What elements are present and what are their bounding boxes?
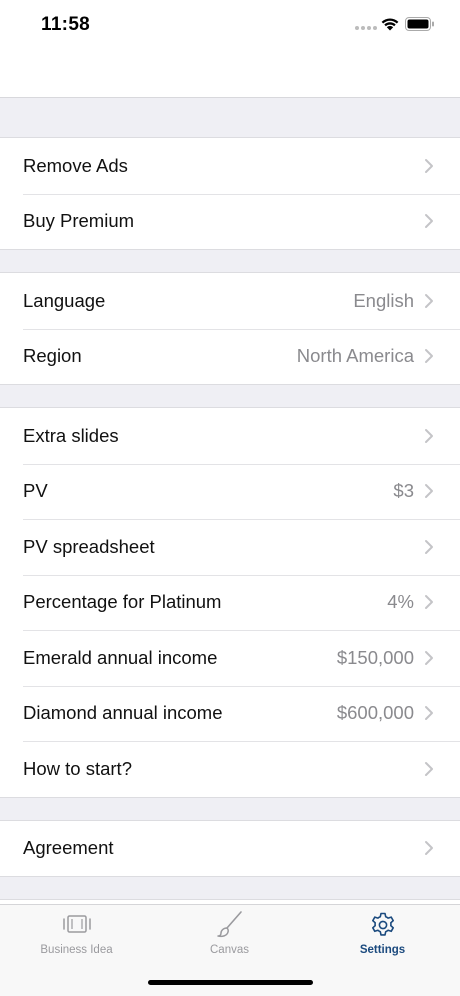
chevron-right-icon: [425, 539, 433, 554]
chevron-right-icon: [425, 214, 433, 229]
chevron-right-icon: [425, 706, 433, 721]
language-row[interactable]: Language English: [0, 273, 460, 329]
tab-business-idea[interactable]: Business Idea: [0, 905, 153, 965]
row-value: $150,000: [336, 646, 414, 668]
row-value: $3: [393, 480, 414, 502]
row-label: Buy Premium: [23, 210, 135, 232]
row-label: How to start?: [23, 757, 132, 779]
row-value: English: [353, 289, 414, 311]
buy-premium-row[interactable]: Buy Premium: [0, 193, 460, 250]
chevron-right-icon: [425, 761, 433, 776]
percentage-platinum-row[interactable]: Percentage for Platinum 4%: [0, 574, 460, 631]
pv-row[interactable]: PV $3: [0, 463, 460, 520]
tab-label: Canvas: [210, 944, 249, 956]
chevron-right-icon: [425, 650, 433, 665]
chevron-right-icon: [425, 428, 433, 443]
remove-ads-row[interactable]: Remove Ads: [0, 138, 460, 194]
settings-group-purchases: Remove Ads Buy Premium: [0, 137, 460, 250]
home-indicator[interactable]: [148, 980, 313, 985]
tab-label: Settings: [359, 944, 406, 956]
pv-spreadsheet-row[interactable]: PV spreadsheet: [0, 519, 460, 575]
region-row[interactable]: Region North America: [0, 328, 460, 385]
row-label: Remove Ads: [23, 154, 128, 176]
row-label: Emerald annual income: [23, 646, 218, 668]
gear-icon: [371, 912, 394, 936]
settings-group-legal: Agreement: [0, 819, 460, 877]
row-value: 4%: [387, 591, 414, 613]
wifi-icon: [381, 18, 399, 31]
chevron-right-icon: [425, 293, 433, 308]
cellular-signal-icon: [355, 26, 377, 30]
brush-icon: [216, 911, 242, 938]
extra-slides-row[interactable]: Extra slides: [0, 408, 460, 464]
battery-icon: [405, 17, 434, 31]
chevron-right-icon: [425, 484, 433, 499]
navigation-bar: [0, 50, 460, 98]
row-label: PV spreadsheet: [23, 535, 155, 557]
slides-icon: [62, 915, 91, 933]
row-label: Language: [23, 289, 106, 311]
row-value: North America: [296, 345, 414, 367]
chevron-right-icon: [425, 349, 433, 364]
settings-list: Remove Ads Buy Premium Language English …: [0, 98, 460, 904]
emerald-income-row[interactable]: Emerald annual income $150,000: [0, 630, 460, 686]
chevron-right-icon: [425, 595, 433, 610]
tab-canvas[interactable]: Canvas: [153, 905, 306, 965]
row-label: Region: [23, 345, 82, 367]
tab-label: Business Idea: [40, 944, 113, 956]
tab-settings[interactable]: Settings: [306, 905, 459, 965]
diamond-income-row[interactable]: Diamond annual income $600,000: [0, 685, 460, 742]
settings-group-locale: Language English Region North America: [0, 272, 460, 385]
chevron-right-icon: [425, 841, 433, 856]
row-value: $600,000: [336, 702, 414, 724]
chevron-right-icon: [425, 158, 433, 173]
row-label: Extra slides: [23, 424, 119, 446]
row-label: Percentage for Platinum: [23, 591, 222, 613]
row-label: Diamond annual income: [23, 702, 223, 724]
row-label: PV: [23, 480, 48, 502]
status-time: 11:58: [41, 14, 91, 35]
row-label: Agreement: [23, 837, 114, 859]
status-bar: 11:58: [0, 0, 460, 50]
agreement-row[interactable]: Agreement: [0, 821, 460, 877]
how-to-start-row[interactable]: How to start?: [0, 741, 460, 797]
settings-group-business: Extra slides PV $3 PV spreadsheet Percen…: [0, 407, 460, 798]
